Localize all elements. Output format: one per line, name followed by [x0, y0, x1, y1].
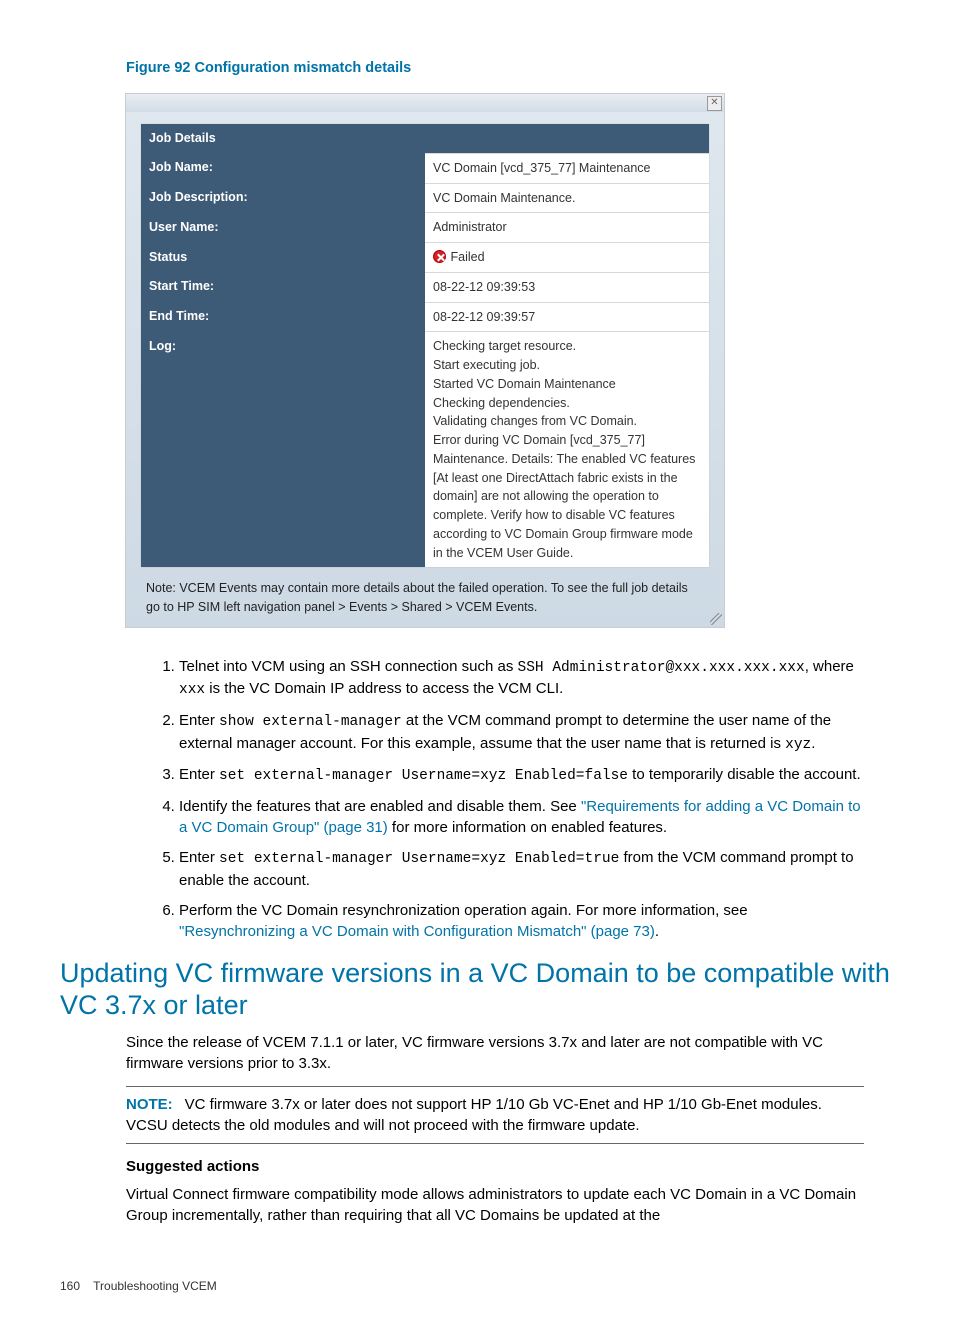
job-name-value: VC Domain [vcd_375_77] Maintenance	[425, 153, 709, 183]
job-details-dialog: ✕ Job Details Job Name: VC Domain [vcd_3…	[125, 93, 725, 628]
end-time-value: 08-22-12 09:39:57	[425, 302, 709, 332]
step-text: Enter	[179, 849, 219, 866]
user-name-value: Administrator	[425, 213, 709, 243]
job-details-table: Job Details Job Name: VC Domain [vcd_375…	[141, 124, 709, 567]
list-item: Telnet into VCM using an SSH connection …	[179, 656, 864, 701]
step-text: , where	[805, 658, 854, 675]
inline-code: set external-manager Username=xyz Enable…	[219, 768, 628, 784]
note-label: NOTE:	[126, 1096, 173, 1113]
cross-ref-link[interactable]: "Resynchronizing a VC Domain with Config…	[179, 923, 655, 940]
list-item: Enter show external-manager at the VCM c…	[179, 710, 864, 755]
user-name-label: User Name:	[141, 213, 425, 243]
steps-list: Telnet into VCM using an SSH connection …	[155, 656, 864, 943]
dialog-note: Note: VCEM Events may contain more detai…	[126, 575, 724, 627]
close-icon[interactable]: ✕	[707, 96, 722, 111]
job-desc-label: Job Description:	[141, 183, 425, 213]
start-time-label: Start Time:	[141, 272, 425, 302]
end-time-label: End Time:	[141, 302, 425, 332]
list-item: Enter set external-manager Username=xyz …	[179, 847, 864, 891]
inline-code: set external-manager Username=xyz Enable…	[219, 851, 619, 867]
dialog-body: Job Details Job Name: VC Domain [vcd_375…	[141, 124, 709, 567]
body-paragraph: Since the release of VCEM 7.1.1 or later…	[126, 1032, 864, 1075]
inline-code: xyz	[785, 737, 811, 753]
step-text: Enter	[179, 712, 219, 729]
status-label: Status	[141, 243, 425, 273]
inline-code: show external-manager	[219, 714, 402, 730]
table-row: End Time: 08-22-12 09:39:57	[141, 302, 709, 332]
error-icon	[433, 250, 446, 263]
step-text: Telnet into VCM using an SSH connection …	[179, 658, 518, 675]
step-text: is the VC Domain IP address to access th…	[205, 680, 563, 697]
note-body: VC firmware 3.7x or later does not suppo…	[126, 1096, 822, 1134]
page-footer: 160 Troubleshooting VCEM	[60, 1278, 894, 1295]
status-text: Failed	[450, 250, 484, 264]
list-item: Perform the VC Domain resynchronization …	[179, 900, 864, 943]
step-text: to temporarily disable the account.	[628, 766, 861, 783]
table-row: User Name: Administrator	[141, 213, 709, 243]
body-paragraph: Virtual Connect firmware compatibility m…	[126, 1184, 864, 1227]
footer-text: Troubleshooting VCEM	[93, 1279, 217, 1293]
section-title: Updating VC firmware versions in a VC Do…	[60, 957, 894, 1022]
start-time-value: 08-22-12 09:39:53	[425, 272, 709, 302]
table-row: Start Time: 08-22-12 09:39:53	[141, 272, 709, 302]
table-row: Job Description: VC Domain Maintenance.	[141, 183, 709, 213]
dialog-header: ✕	[126, 94, 724, 112]
note-box: NOTE:VC firmware 3.7x or later does not …	[126, 1086, 864, 1144]
log-label: Log:	[141, 332, 425, 568]
table-row: Status Failed	[141, 243, 709, 273]
page-number: 160	[60, 1279, 80, 1293]
dialog-title: Job Details	[141, 124, 709, 153]
table-row: Job Name: VC Domain [vcd_375_77] Mainten…	[141, 153, 709, 183]
step-text: Enter	[179, 766, 219, 783]
step-text: Perform the VC Domain resynchronization …	[179, 902, 748, 919]
job-name-label: Job Name:	[141, 153, 425, 183]
status-value: Failed	[425, 243, 709, 273]
job-desc-value: VC Domain Maintenance.	[425, 183, 709, 213]
table-row: Log: Checking target resource.Start exec…	[141, 332, 709, 568]
step-text: for more information on enabled features…	[388, 819, 667, 836]
list-item: Identify the features that are enabled a…	[179, 796, 864, 839]
resize-grip-icon[interactable]	[710, 613, 722, 625]
step-text: .	[655, 923, 659, 940]
inline-code: xxx	[179, 682, 205, 698]
log-value: Checking target resource.Start executing…	[425, 332, 709, 568]
list-item: Enter set external-manager Username=xyz …	[179, 764, 864, 787]
inline-code: SSH Administrator@xxx.xxx.xxx.xxx	[518, 660, 805, 676]
steps-block: Telnet into VCM using an SSH connection …	[155, 656, 864, 943]
step-text: Identify the features that are enabled a…	[179, 798, 581, 815]
step-text: .	[811, 735, 815, 752]
figure-caption: Figure 92 Configuration mismatch details	[126, 58, 894, 79]
suggested-actions-heading: Suggested actions	[126, 1156, 894, 1178]
